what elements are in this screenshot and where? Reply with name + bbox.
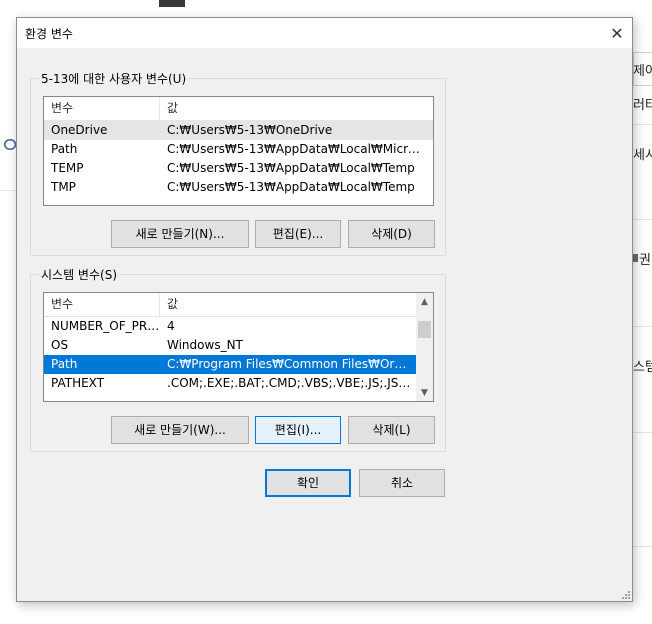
system-new-button[interactable]: 새로 만들기(W)... [111, 416, 249, 444]
user-variables-label: 5-13에 대한 사용자 변수(U) [39, 70, 189, 87]
system-edit-button[interactable]: 편집(I)... [255, 416, 341, 444]
variable-value: C:₩Users₩5-13₩AppData₩Local₩Temp [167, 180, 415, 194]
chevron-up-icon: ▲ [421, 296, 428, 307]
background-divider [633, 326, 652, 327]
variable-name: PATHEXT [51, 376, 105, 390]
vertical-scrollbar[interactable]: ▲ ▼ [416, 293, 433, 401]
background-icon [633, 254, 638, 262]
variable-name: TEMP [51, 161, 84, 175]
table-row[interactable]: TMP C:₩Users₩5-13₩AppData₩Local₩Temp [44, 178, 433, 197]
user-variables-list[interactable]: 변수 값 OneDrive C:₩Users₩5-13₩OneDrive Pat… [43, 96, 434, 206]
list-body: OneDrive C:₩Users₩5-13₩OneDrive Path C:₩… [44, 121, 433, 197]
cancel-button[interactable]: 취소 [359, 469, 445, 497]
user-edit-button[interactable]: 편집(E)... [255, 220, 341, 248]
chevron-down-icon: ▼ [421, 387, 428, 398]
variable-value: C:₩Users₩5-13₩AppData₩Local₩Temp [167, 161, 415, 175]
variable-name: Path [51, 142, 78, 156]
background-text-fragment: 러타 [633, 98, 652, 113]
table-row[interactable]: TEMP C:₩Users₩5-13₩AppData₩Local₩Temp [44, 159, 433, 178]
dialog-title: 환경 변수 [25, 26, 73, 41]
background-divider [633, 546, 652, 547]
background-divider [633, 432, 652, 433]
resize-grip-icon[interactable] [620, 589, 630, 599]
table-row-selected[interactable]: Path C:₩Program Files₩Common Files₩Oracl… [44, 355, 417, 374]
variable-value: 4 [167, 319, 175, 333]
variable-value: C:₩Users₩5-13₩OneDrive [167, 123, 333, 137]
system-variables-group: 시스템 변수(S) 변수 값 NUMBER_OF_PRO... 4 OS Win… [30, 266, 446, 452]
variable-name: Path [51, 357, 78, 371]
environment-variables-dialog: 환경 변수 ✕ 5-13에 대한 사용자 변수(U) 변수 값 OneDrive… [16, 17, 633, 602]
background-divider [0, 190, 16, 191]
column-header-value[interactable]: 값 [160, 293, 417, 316]
variable-name: NUMBER_OF_PRO... [51, 319, 160, 333]
system-variables-list[interactable]: 변수 값 NUMBER_OF_PRO... 4 OS Windows_NT Pa… [43, 292, 434, 402]
system-variables-label: 시스템 변수(S) [39, 266, 119, 283]
list-header: 변수 값 [44, 97, 433, 121]
close-button[interactable]: ✕ [602, 18, 632, 48]
list-body: NUMBER_OF_PRO... 4 OS Windows_NT Path C:… [44, 317, 417, 393]
user-delete-button[interactable]: 삭제(D) [348, 220, 435, 248]
column-header-value[interactable]: 값 [160, 97, 433, 120]
table-row[interactable]: NUMBER_OF_PRO... 4 [44, 317, 417, 336]
user-variables-group: 5-13에 대한 사용자 변수(U) 변수 값 OneDrive C:₩User… [30, 70, 446, 256]
background-window-tab [159, 0, 185, 7]
table-row[interactable]: Path C:₩Users₩5-13₩AppData₩Local₩Microso… [44, 140, 433, 159]
scrollbar-thumb[interactable] [418, 321, 431, 338]
list-header: 변수 값 [44, 293, 417, 317]
close-icon: ✕ [610, 23, 624, 43]
variable-value: Windows_NT [167, 338, 243, 352]
variable-name: OS [51, 338, 69, 352]
table-row[interactable]: OneDrive C:₩Users₩5-13₩OneDrive [44, 121, 433, 140]
background-divider [633, 219, 652, 220]
variable-value: .COM;.EXE;.BAT;.CMD;.VBS;.VBE;.JS;.JSE;.… [167, 376, 417, 390]
ok-button[interactable]: 확인 [265, 469, 351, 497]
variable-name: TMP [51, 180, 76, 194]
column-header-variable[interactable]: 변수 [44, 293, 160, 316]
background-text-fragment: 스템 [633, 360, 652, 375]
scroll-up-button[interactable]: ▲ [416, 293, 433, 310]
background-divider [633, 124, 652, 125]
background-window-right: 제어 러타 세시 권 스템 [633, 14, 652, 624]
table-row[interactable]: OS Windows_NT [44, 336, 417, 355]
background-text-fragment: 권 [639, 253, 651, 268]
table-row[interactable]: PATHEXT .COM;.EXE;.BAT;.CMD;.VBS;.VBE;.J… [44, 374, 417, 393]
background-text-fragment: 제어 [633, 64, 652, 79]
user-new-button[interactable]: 새로 만들기(N)... [111, 220, 249, 248]
system-delete-button[interactable]: 삭제(L) [348, 416, 435, 444]
dialog-titlebar[interactable]: 환경 변수 ✕ [17, 18, 632, 48]
scroll-down-button[interactable]: ▼ [416, 384, 433, 401]
variable-value: C:₩Users₩5-13₩AppData₩Local₩Microsof... [167, 142, 433, 156]
column-header-variable[interactable]: 변수 [44, 97, 160, 120]
variable-value: C:₩Program Files₩Common Files₩Oracle₩... [167, 357, 417, 371]
variable-name: OneDrive [51, 123, 108, 137]
background-text-fragment: 세시 [633, 148, 652, 163]
